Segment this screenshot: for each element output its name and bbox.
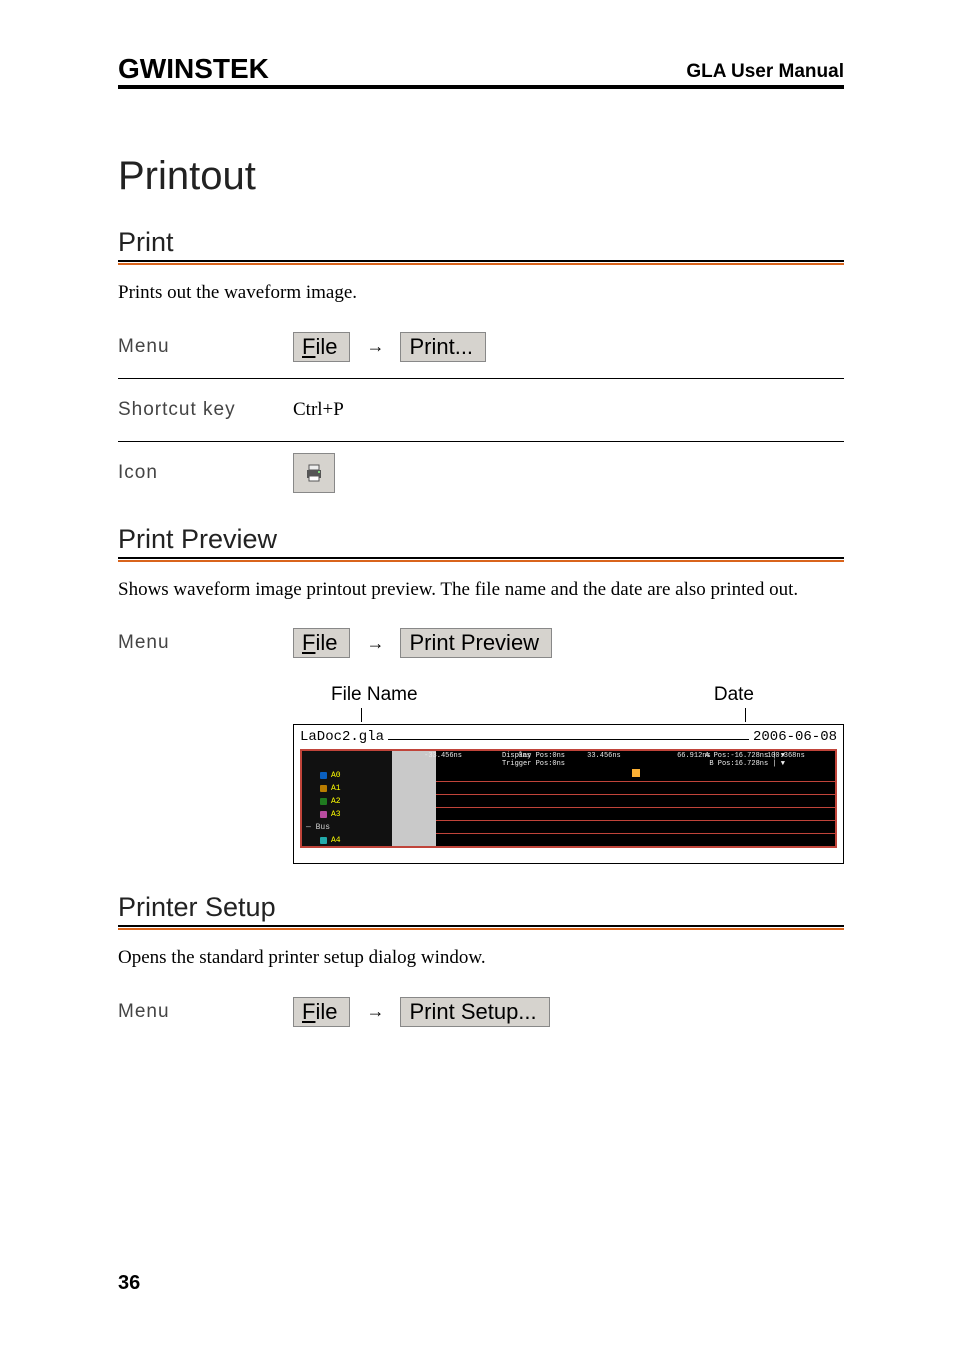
setup-menu-row: Menu File → Print Setup...: [118, 981, 844, 1043]
print-menu-row: Menu File → Print...: [118, 316, 844, 379]
preview-illustration: File Name Date LaDoc2.gla 2006-06-08 Sca…: [118, 684, 844, 864]
preview-date: 2006-06-08: [753, 729, 837, 745]
menu-arrow-icon: →: [366, 1001, 384, 1022]
row-label-menu: Menu: [118, 336, 293, 358]
pointer-line-icon: [361, 708, 362, 722]
setup-description: Opens the standard printer setup dialog …: [118, 945, 844, 971]
page-header: GWINSTEK GLA User Manual: [118, 55, 844, 89]
print-description: Prints out the waveform image.: [118, 280, 844, 306]
section-heading-setup: Printer Setup: [118, 892, 844, 927]
row-label-icon: Icon: [118, 462, 293, 484]
channel-list: A0 A1 A2 A3 — Bus A4: [302, 751, 392, 846]
row-label-shortcut: Shortcut key: [118, 399, 293, 421]
menu-button-print-preview[interactable]: Print Preview: [400, 628, 552, 658]
shortcut-value: Ctrl+P: [293, 399, 344, 421]
menu-button-file[interactable]: File: [293, 332, 350, 362]
menu-arrow-icon: →: [366, 336, 384, 357]
section-heading-preview: Print Preview: [118, 524, 844, 559]
section-heading-print: Print: [118, 227, 844, 262]
printout-preview-box: LaDoc2.gla 2006-06-08 Scale:16.728nsTota…: [293, 724, 844, 864]
preview-filename: LaDoc2.gla: [300, 729, 384, 745]
print-toolbar-icon[interactable]: [293, 453, 335, 493]
row-label-menu: Menu: [118, 1001, 293, 1023]
divider-line: [388, 739, 749, 741]
menu-button-print[interactable]: Print...: [400, 332, 486, 362]
menu-arrow-icon: →: [366, 633, 384, 654]
print-icon-row: Icon: [118, 442, 844, 504]
printer-icon: [301, 461, 327, 485]
page-title: Printout: [118, 154, 844, 199]
preview-menu-row: Menu File → Print Preview: [118, 612, 844, 674]
filename-label: File Name: [331, 684, 418, 706]
preview-description: Shows waveform image printout preview. T…: [118, 577, 844, 603]
menu-button-print-setup[interactable]: Print Setup...: [400, 997, 549, 1027]
brand-logo: GWINSTEK: [118, 55, 269, 83]
page-number: 36: [118, 1272, 140, 1295]
manual-title: GLA User Manual: [686, 61, 844, 83]
time-ruler: -33.456ns0ns33.456ns66.912ns100.368ns: [396, 752, 833, 768]
pointer-line-icon: [745, 708, 746, 722]
menu-button-file[interactable]: File: [293, 997, 350, 1027]
waveform-tracks: [436, 769, 835, 846]
date-label: Date: [714, 684, 754, 706]
row-label-menu: Menu: [118, 632, 293, 654]
print-shortcut-row: Shortcut key Ctrl+P: [118, 379, 844, 442]
menu-button-file[interactable]: File: [293, 628, 350, 658]
waveform-thumbnail: Scale:16.728nsTotal:4.096us Display Pos:…: [300, 749, 837, 848]
